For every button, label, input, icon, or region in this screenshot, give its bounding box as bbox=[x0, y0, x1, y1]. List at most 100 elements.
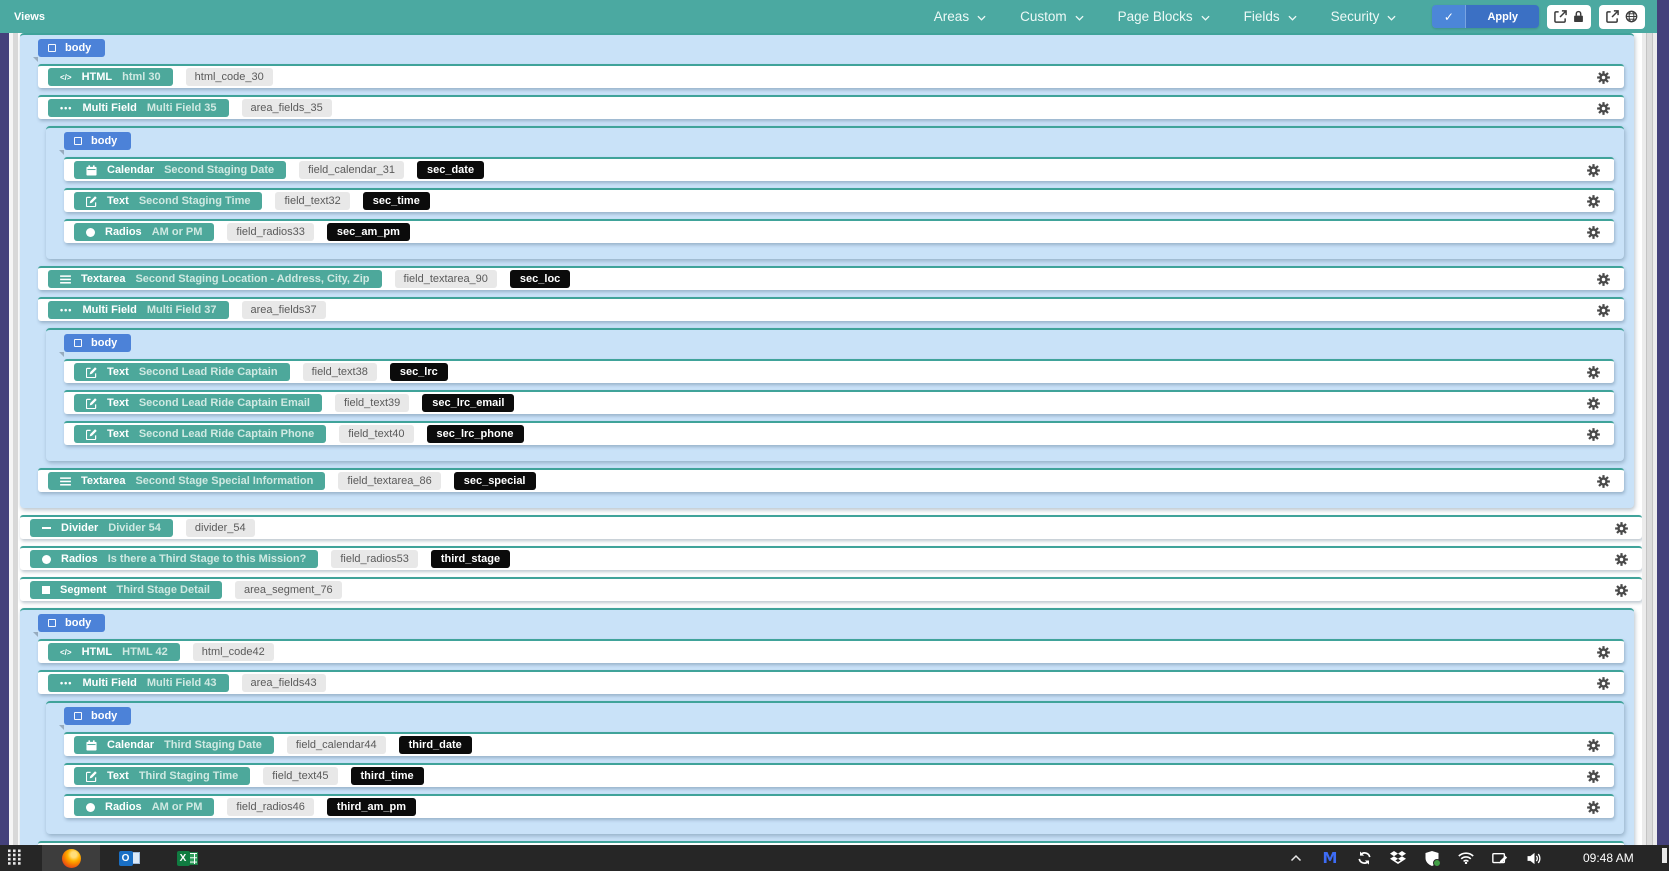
element-row[interactable]: Textarea Second Staging Location - Addres… bbox=[38, 266, 1624, 290]
edit-icon bbox=[86, 397, 97, 409]
element-label: Divider 54 bbox=[108, 522, 161, 534]
element-label: Second Lead Ride Captain bbox=[138, 366, 278, 378]
gear-icon[interactable] bbox=[1615, 583, 1628, 597]
element-row[interactable]: Calendar Third Staging Date field_calendar… bbox=[64, 732, 1614, 756]
element-row[interactable]: Text Second Staging Time field_text32 sec_t… bbox=[64, 188, 1614, 212]
type-pill: Calendar Second Staging Date bbox=[74, 161, 287, 179]
external-link-globe-button[interactable] bbox=[1599, 4, 1645, 29]
element-row[interactable]: Segment Third Stage Detail area_segment_76 bbox=[20, 577, 1642, 601]
gear-icon[interactable] bbox=[1615, 521, 1628, 535]
sync-icon[interactable] bbox=[1354, 845, 1374, 871]
slug-pill: sec_lrc bbox=[389, 363, 448, 381]
checkbox-icon bbox=[48, 44, 56, 52]
type-pill: Text Second Staging Time bbox=[74, 192, 263, 210]
element-label: Second Lead Ride Captain Phone bbox=[138, 428, 315, 440]
body-pill[interactable]: body bbox=[32, 39, 106, 62]
view-builder-canvas: body </> HTML html 30 html_code_30 ••• Multi F… bbox=[18, 33, 1642, 845]
pen-icon[interactable] bbox=[1490, 845, 1510, 871]
wifi-icon[interactable] bbox=[1456, 845, 1476, 871]
gear-icon[interactable] bbox=[1597, 101, 1610, 115]
checkbox-icon bbox=[74, 712, 82, 720]
menu-areas[interactable]: Areas bbox=[934, 0, 986, 33]
defender-icon[interactable] bbox=[1422, 845, 1442, 871]
slug-pill: sec_special bbox=[453, 472, 536, 490]
malwarebytes-icon[interactable]: M bbox=[1320, 845, 1340, 871]
field-code-pill: field_text40 bbox=[339, 425, 414, 443]
menu-page-blocks[interactable]: Page Blocks bbox=[1118, 0, 1210, 33]
field-code-pill: area_fields37 bbox=[241, 301, 326, 319]
volume-icon[interactable] bbox=[1524, 845, 1544, 871]
firefox-taskbar-button[interactable] bbox=[42, 845, 100, 871]
radio-icon bbox=[86, 227, 95, 237]
gear-icon[interactable] bbox=[1587, 163, 1600, 177]
element-row[interactable]: </> HTML HTML 42 html_code42 bbox=[38, 639, 1624, 663]
gear-icon[interactable] bbox=[1597, 676, 1610, 690]
body-pill[interactable]: body bbox=[58, 132, 132, 155]
gear-icon[interactable] bbox=[1587, 194, 1600, 208]
menu-fields[interactable]: Fields bbox=[1244, 0, 1297, 33]
outlook-taskbar-button[interactable]: O bbox=[100, 845, 158, 871]
menu-security[interactable]: Security bbox=[1331, 0, 1397, 33]
element-row[interactable]: Radios AM or PM field_radios33 sec_am_pm bbox=[64, 219, 1614, 243]
apply-button[interactable]: ✓ Apply bbox=[1432, 5, 1539, 28]
slug-pill: sec_date bbox=[416, 161, 485, 179]
type-pill: ••• Multi Field Multi Field 37 bbox=[48, 301, 229, 319]
chevron-up-icon[interactable] bbox=[1286, 845, 1306, 871]
element-row[interactable]: Textarea Second Stage Special Information… bbox=[38, 468, 1624, 492]
gear-icon[interactable] bbox=[1587, 396, 1600, 410]
gear-icon[interactable] bbox=[1587, 800, 1600, 814]
element-row[interactable]: ••• Multi Field Multi Field 37 area_fields3… bbox=[38, 297, 1624, 321]
gear-icon[interactable] bbox=[1597, 645, 1610, 659]
element-row[interactable]: Radios AM or PM field_radios46 third_am_pm bbox=[64, 794, 1614, 818]
element-row[interactable]: ••• Multi Field Multi Field 35 area_fields_… bbox=[38, 95, 1624, 119]
field-code-pill: field_radios33 bbox=[227, 223, 314, 241]
element-row[interactable]: ••• Multi Field Multi Field 43 area_fields4… bbox=[38, 670, 1624, 694]
type-pill: Segment Third Stage Detail bbox=[30, 581, 222, 599]
gear-icon[interactable] bbox=[1597, 70, 1610, 84]
checkbox-icon bbox=[74, 137, 82, 145]
element-label: HTML 42 bbox=[122, 646, 168, 658]
element-row[interactable]: Radios Is there a Third Stage to this Mis… bbox=[20, 546, 1642, 570]
gear-icon[interactable] bbox=[1597, 272, 1610, 286]
element-row[interactable]: </> HTML html 30 html_code_30 bbox=[38, 64, 1624, 88]
element-row[interactable]: Text Second Lead Ride Captain Phone field_… bbox=[64, 421, 1614, 445]
gear-icon[interactable] bbox=[1587, 738, 1600, 752]
gear-icon[interactable] bbox=[1597, 303, 1610, 317]
element-row[interactable]: Divider Divider 54 divider_54 bbox=[20, 515, 1642, 539]
element-label: Second Staging Location - Address, City,… bbox=[135, 273, 370, 285]
gear-icon[interactable] bbox=[1587, 427, 1600, 441]
gear-icon[interactable] bbox=[1615, 552, 1628, 566]
taskbar-clock[interactable]: 09:48 AM bbox=[1583, 845, 1634, 871]
element-row[interactable]: Text Second Lead Ride Captain field_text38… bbox=[64, 359, 1614, 383]
element-row[interactable]: Text Third Staging Time field_text45 third_… bbox=[64, 763, 1614, 787]
element-type: Calendar bbox=[107, 739, 155, 751]
slug-pill: sec_time bbox=[362, 192, 430, 210]
element-type: Text bbox=[107, 397, 129, 409]
scrollbar-thumb[interactable] bbox=[1646, 33, 1653, 845]
element-row[interactable]: Text Second Lead Ride Captain Email field_… bbox=[64, 390, 1614, 414]
body-pill[interactable]: body bbox=[58, 334, 132, 357]
body-pill[interactable]: body bbox=[32, 614, 106, 637]
dropbox-icon[interactable] bbox=[1388, 845, 1408, 871]
element-type: Text bbox=[107, 195, 129, 207]
gear-icon[interactable] bbox=[1587, 365, 1600, 379]
gear-icon[interactable] bbox=[1587, 769, 1600, 783]
ellipsis-icon: ••• bbox=[60, 678, 73, 688]
body-pill[interactable]: body bbox=[58, 707, 132, 730]
gear-icon[interactable] bbox=[1597, 474, 1610, 488]
checkbox-icon bbox=[74, 339, 82, 347]
excel-taskbar-button[interactable]: X bbox=[158, 845, 216, 871]
app-grid-taskbar-button[interactable] bbox=[2, 845, 26, 871]
field-code-pill: html_code_30 bbox=[185, 68, 273, 86]
external-link-lock-button[interactable] bbox=[1547, 4, 1591, 29]
scrollbar-track[interactable] bbox=[1642, 33, 1657, 845]
element-row[interactable]: Calendar Second Staging Date field_calenda… bbox=[64, 157, 1614, 181]
gear-icon[interactable] bbox=[1587, 225, 1600, 239]
menu-custom[interactable]: Custom bbox=[1020, 0, 1084, 33]
lines-icon bbox=[60, 274, 71, 284]
taskbar-edge-item[interactable] bbox=[1662, 848, 1667, 863]
body-container: body Calendar Second Staging Date field_cal… bbox=[46, 126, 1624, 259]
radio-icon bbox=[86, 802, 95, 812]
check-icon[interactable]: ✓ bbox=[1432, 5, 1467, 28]
apply-button-label[interactable]: Apply bbox=[1466, 5, 1539, 28]
